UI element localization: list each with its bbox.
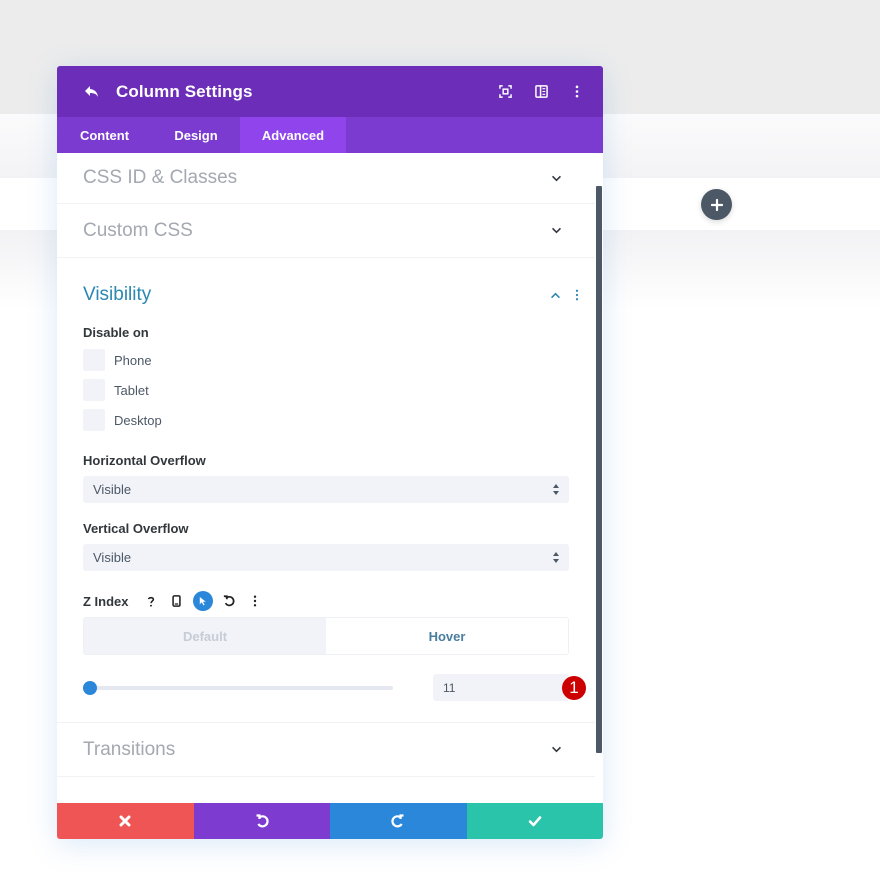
more-options-icon[interactable] bbox=[245, 591, 265, 611]
section-transitions[interactable]: Transitions bbox=[57, 723, 595, 777]
state-tabs: Default Hover bbox=[83, 617, 569, 655]
chevron-down-icon bbox=[550, 172, 562, 184]
tab-content[interactable]: Content bbox=[57, 117, 152, 153]
modal-footer bbox=[57, 803, 603, 839]
section-css-id-classes[interactable]: CSS ID & Classes bbox=[57, 153, 595, 204]
checkbox-desktop[interactable] bbox=[83, 409, 105, 431]
z-index-input[interactable]: 11 bbox=[433, 674, 569, 701]
hover-cursor-icon[interactable] bbox=[192, 591, 213, 611]
chevron-down-icon bbox=[550, 225, 562, 237]
section-title: Visibility bbox=[83, 284, 152, 305]
visibility-header[interactable]: Visibility bbox=[83, 258, 595, 332]
chevron-up-icon[interactable] bbox=[549, 289, 561, 301]
modal-header: Column Settings bbox=[57, 66, 603, 117]
select-arrows-icon bbox=[553, 552, 559, 563]
chevron-down-icon bbox=[550, 744, 562, 756]
undo-button[interactable] bbox=[193, 803, 330, 839]
checkbox-row-phone: Phone bbox=[83, 345, 595, 375]
state-tab-hover[interactable]: Hover bbox=[326, 618, 568, 654]
expand-icon[interactable] bbox=[497, 84, 513, 100]
cancel-button[interactable] bbox=[57, 803, 194, 839]
settings-tabs: Content Design Advanced bbox=[57, 117, 603, 153]
horizontal-overflow-label: Horizontal Overflow bbox=[83, 453, 206, 468]
vertical-overflow-label: Vertical Overflow bbox=[83, 521, 189, 536]
close-icon bbox=[119, 815, 131, 827]
horizontal-overflow-select[interactable]: Visible bbox=[83, 476, 569, 503]
checkbox-label: Tablet bbox=[114, 382, 149, 398]
select-arrows-icon bbox=[553, 484, 559, 495]
z-index-row: Z Index bbox=[83, 591, 595, 611]
z-index-label: Z Index bbox=[83, 593, 129, 609]
add-module-button[interactable] bbox=[701, 189, 732, 220]
checkbox-tablet[interactable] bbox=[83, 379, 105, 401]
z-index-slider-row: 11 1 bbox=[83, 674, 595, 701]
modal-title: Column Settings bbox=[116, 81, 253, 101]
select-value: Visible bbox=[93, 550, 132, 565]
check-icon bbox=[528, 816, 542, 827]
tab-advanced[interactable]: Advanced bbox=[240, 117, 346, 153]
scrollbar[interactable] bbox=[596, 186, 602, 753]
disable-on-label: Disable on bbox=[83, 325, 149, 340]
settings-content: CSS ID & Classes Custom CSS Visibility D… bbox=[57, 153, 603, 803]
checkbox-row-tablet: Tablet bbox=[83, 375, 595, 405]
section-visibility: Visibility Disable on Phone Tablet Deskt… bbox=[57, 258, 595, 723]
redo-icon bbox=[391, 814, 404, 828]
help-icon[interactable] bbox=[141, 591, 161, 611]
section-title: CSS ID & Classes bbox=[83, 167, 238, 188]
tab-design[interactable]: Design bbox=[152, 117, 240, 153]
section-title: Transitions bbox=[83, 738, 176, 760]
section-title: Custom CSS bbox=[83, 219, 193, 241]
checkbox-label: Desktop bbox=[114, 412, 162, 428]
annotation-badge: 1 bbox=[562, 676, 586, 700]
responsive-phone-icon[interactable] bbox=[167, 591, 187, 611]
plus-icon bbox=[710, 198, 723, 211]
redo-button[interactable] bbox=[330, 803, 467, 839]
sidebar-layout-icon[interactable] bbox=[533, 84, 549, 100]
checkbox-label: Phone bbox=[114, 352, 152, 368]
state-tab-default[interactable]: Default bbox=[84, 618, 326, 654]
column-settings-modal: Column Settings Content Design Advanced … bbox=[57, 66, 603, 839]
slider-handle[interactable] bbox=[83, 680, 97, 695]
back-icon[interactable] bbox=[83, 83, 101, 101]
save-button[interactable] bbox=[466, 803, 603, 839]
select-value: Visible bbox=[93, 482, 132, 497]
section-custom-css[interactable]: Custom CSS bbox=[57, 204, 595, 258]
vertical-overflow-select[interactable]: Visible bbox=[83, 544, 569, 571]
more-options-icon[interactable] bbox=[569, 84, 585, 100]
more-options-icon[interactable] bbox=[571, 289, 583, 301]
z-index-slider[interactable] bbox=[83, 680, 393, 695]
undo-icon bbox=[256, 814, 269, 828]
reset-icon[interactable] bbox=[219, 591, 239, 611]
checkbox-row-desktop: Desktop bbox=[83, 405, 595, 435]
checkbox-phone[interactable] bbox=[83, 349, 105, 371]
